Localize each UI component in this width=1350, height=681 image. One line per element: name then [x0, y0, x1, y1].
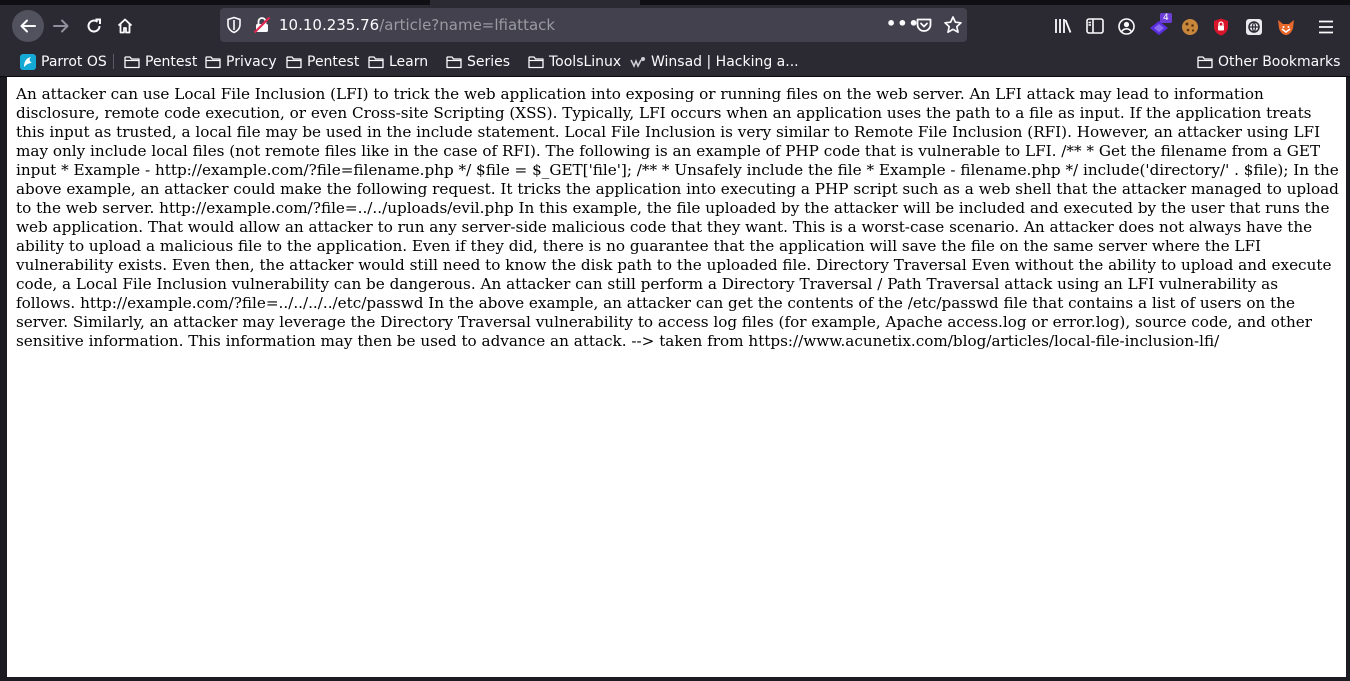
bookmark-folder-privacy[interactable]: Privacy [205, 53, 277, 71]
forward-arrow-icon [53, 19, 69, 33]
bookmark-label: Winsad | Hacking a... [651, 54, 799, 70]
url-path: /article?name=lfiattack [379, 16, 556, 34]
bookmark-winsad[interactable]: Winsad | Hacking a... [630, 53, 799, 71]
proxy-icon[interactable] [1245, 18, 1263, 36]
bookmark-label: Pentest [145, 54, 198, 70]
reload-button[interactable] [78, 10, 110, 42]
reload-icon [87, 18, 101, 33]
extension-badge: 4 [1160, 13, 1172, 23]
sidebar-icon[interactable] [1086, 18, 1104, 34]
hamburger-menu-icon[interactable] [1318, 20, 1334, 34]
bookmark-parrot-os[interactable]: Parrot OS [20, 53, 107, 71]
browser-window: 10.10.235.76/article?name=lfiattack ••• … [0, 0, 1350, 681]
bookmark-folder-learn[interactable]: Learn [368, 53, 428, 71]
article-text: An attacker can use Local File Inclusion… [16, 85, 1339, 350]
back-arrow-icon [20, 19, 36, 33]
bookmarks-toolbar: Parrot OS Pentest Privacy Pentest Learn … [0, 47, 1350, 77]
bookmark-label: ToolsLinux [549, 54, 622, 70]
bookmark-label: Learn [389, 54, 429, 70]
insecure-lock-icon[interactable] [253, 16, 271, 34]
bookmark-label: Series [467, 54, 511, 70]
library-icon[interactable] [1054, 18, 1072, 34]
cookie-icon[interactable] [1181, 18, 1199, 36]
bookmark-folder-series[interactable]: Series [446, 53, 510, 71]
bookmark-label: Pentest [307, 54, 360, 70]
home-button[interactable] [109, 10, 141, 42]
page-content: An attacker can use Local File Inclusion… [7, 77, 1346, 677]
winsad-icon [630, 57, 645, 68]
navigation-toolbar: 10.10.235.76/article?name=lfiattack ••• … [0, 5, 1350, 47]
folder-icon [1197, 56, 1213, 69]
tracking-shield-icon[interactable] [226, 16, 242, 34]
other-bookmarks[interactable]: Other Bookmarks [1197, 53, 1340, 71]
back-button[interactable] [12, 10, 44, 42]
ublock-icon[interactable] [1213, 18, 1229, 36]
folder-icon [446, 56, 462, 69]
url-host: 10.10.235.76 [279, 16, 380, 34]
folder-icon [528, 56, 544, 69]
other-bookmarks-label: Other Bookmarks [1218, 54, 1341, 70]
bookmark-folder-pentest-2[interactable]: Pentest [286, 53, 359, 71]
address-bar[interactable]: 10.10.235.76/article?name=lfiattack ••• [220, 8, 967, 42]
bookmark-separator [113, 54, 114, 69]
pocket-icon[interactable] [915, 16, 933, 34]
bookmark-folder-toolslinux[interactable]: ToolsLinux [528, 53, 621, 71]
bookmark-folder-pentest[interactable]: Pentest [124, 53, 197, 71]
folder-icon [368, 56, 384, 69]
folder-icon [205, 56, 221, 69]
forward-button[interactable] [45, 10, 77, 42]
bookmark-star-icon[interactable] [943, 15, 963, 35]
account-icon[interactable] [1118, 18, 1135, 35]
bookmark-label: Privacy [226, 54, 277, 70]
folder-icon [286, 56, 302, 69]
url-text[interactable]: 10.10.235.76/article?name=lfiattack [279, 16, 555, 34]
home-icon [117, 18, 133, 34]
folder-icon [124, 56, 140, 69]
bookmark-label: Parrot OS [41, 54, 107, 70]
parrot-os-icon [20, 54, 36, 70]
foxyproxy-icon[interactable] [1276, 18, 1296, 36]
